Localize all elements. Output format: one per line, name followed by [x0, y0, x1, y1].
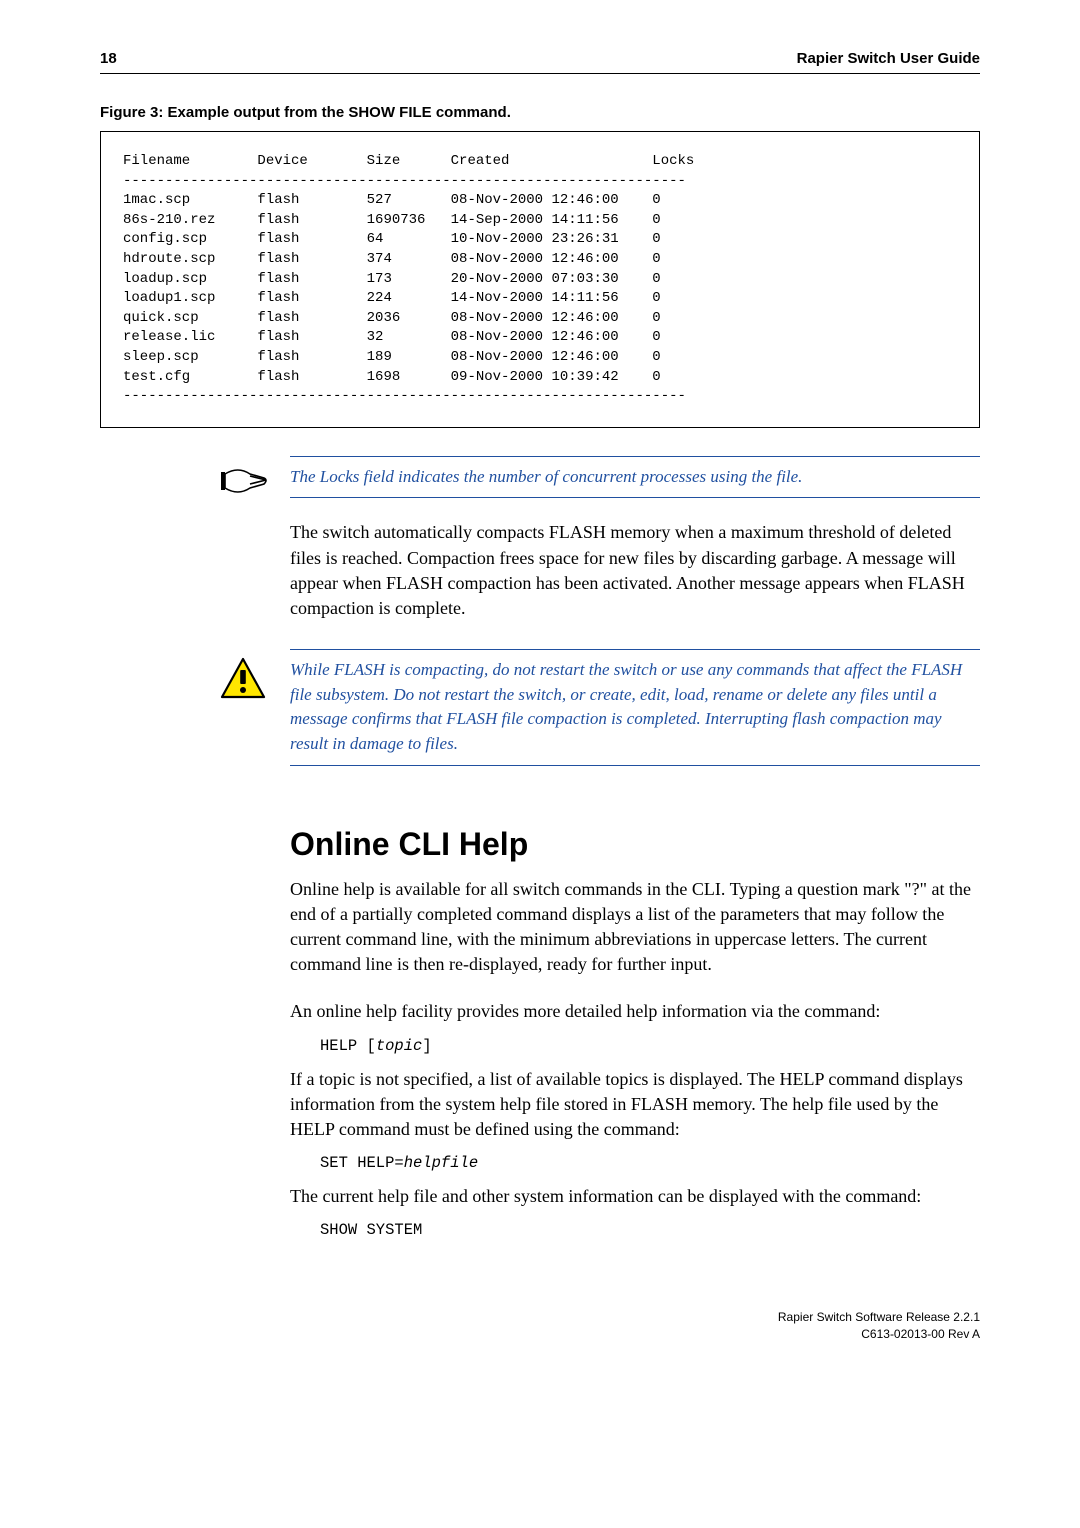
paragraph-topic-not-specified: If a topic is not specified, a list of a… [290, 1067, 980, 1143]
page-number: 18 [100, 50, 117, 67]
warning-text: While FLASH is compacting, do not restar… [290, 658, 980, 757]
command-show-system: SHOW SYSTEM [320, 1221, 980, 1239]
command-help-topic: HELP [topic] [320, 1037, 980, 1055]
warning-triangle-icon [220, 657, 268, 697]
paragraph-help-facility: An online help facility provides more de… [290, 999, 980, 1024]
figure-caption: Figure 3: Example output from the SHOW F… [100, 104, 980, 121]
note-locks-field: The Locks field indicates the number of … [290, 456, 980, 499]
footer-docid: C613-02013-00 Rev A [100, 1326, 980, 1343]
doc-title: Rapier Switch User Guide [797, 50, 980, 67]
heading-online-cli-help: Online CLI Help [290, 826, 980, 863]
footer-release: Rapier Switch Software Release 2.2.1 [100, 1309, 980, 1326]
hand-pointing-icon [220, 464, 268, 504]
header-rule [100, 73, 980, 74]
paragraph-cli-help-intro: Online help is available for all switch … [290, 877, 980, 978]
page-header: 18 Rapier Switch User Guide [100, 50, 980, 67]
show-file-output: Filename Device Size Created Locks -----… [100, 131, 980, 428]
warning-flash-compaction: While FLASH is compacting, do not restar… [290, 649, 980, 766]
paragraph-compaction: The switch automatically compacts FLASH … [290, 520, 980, 621]
paragraph-show-system-intro: The current help file and other system i… [290, 1184, 980, 1209]
command-set-help: SET HELP=helpfile [320, 1154, 980, 1172]
note-text: The Locks field indicates the number of … [290, 465, 980, 490]
page-footer: Rapier Switch Software Release 2.2.1 C61… [100, 1309, 980, 1343]
